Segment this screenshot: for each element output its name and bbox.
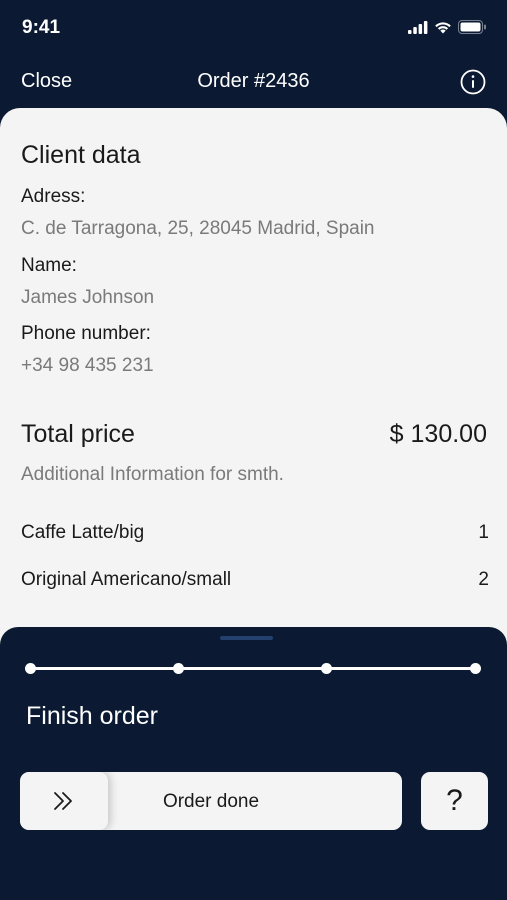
progress-step: [173, 663, 184, 674]
progress-step: [321, 663, 332, 674]
list-item: Caffe Latte/big 1: [21, 522, 489, 544]
total-price-label: Total price: [21, 420, 135, 448]
item-name: Original Americano/small: [21, 569, 232, 590]
status-bar: 9:41: [0, 0, 507, 56]
progress-track: [30, 667, 476, 670]
help-button[interactable]: ?: [421, 772, 488, 830]
info-icon[interactable]: [460, 69, 486, 95]
status-time: 9:41: [22, 17, 61, 38]
wifi-icon: [435, 21, 451, 33]
phone-value: +34 98 435 231: [21, 355, 154, 376]
name-value: James Johnson: [21, 287, 155, 308]
progress-step: [470, 663, 481, 674]
item-name: Caffe Latte/big: [21, 522, 145, 543]
name-label: Name:: [21, 255, 77, 276]
finish-order-title: Finish order: [26, 702, 158, 730]
phone-label: Phone number:: [21, 323, 151, 344]
drag-handle[interactable]: [220, 636, 273, 640]
list-item: Original Americano/small 2: [21, 569, 489, 591]
client-data-title: Client data: [21, 141, 141, 169]
slider-handle[interactable]: [20, 772, 108, 830]
nav-bar: Close Order #2436: [0, 56, 507, 108]
total-price-value: $ 130.00: [389, 420, 487, 448]
order-details-sheet: Client data Adress: C. de Tarragona, 25,…: [0, 108, 507, 708]
double-chevron-right-icon: [54, 792, 72, 810]
additional-info: Additional Information for smth.: [21, 464, 284, 485]
item-quantity: 2: [478, 569, 489, 590]
order-done-slider[interactable]: Order done: [20, 772, 402, 830]
status-icons: [408, 20, 487, 34]
item-quantity: 1: [478, 522, 489, 543]
address-label: Adress:: [21, 186, 86, 207]
finish-order-panel: Finish order Order done ?: [0, 627, 507, 900]
battery-icon: [458, 20, 486, 34]
page-title: Order #2436: [197, 70, 310, 92]
address-value: C. de Tarragona, 25, 28045 Madrid, Spain: [21, 218, 375, 239]
progress-step: [25, 663, 36, 674]
signal-icon: [408, 20, 428, 34]
